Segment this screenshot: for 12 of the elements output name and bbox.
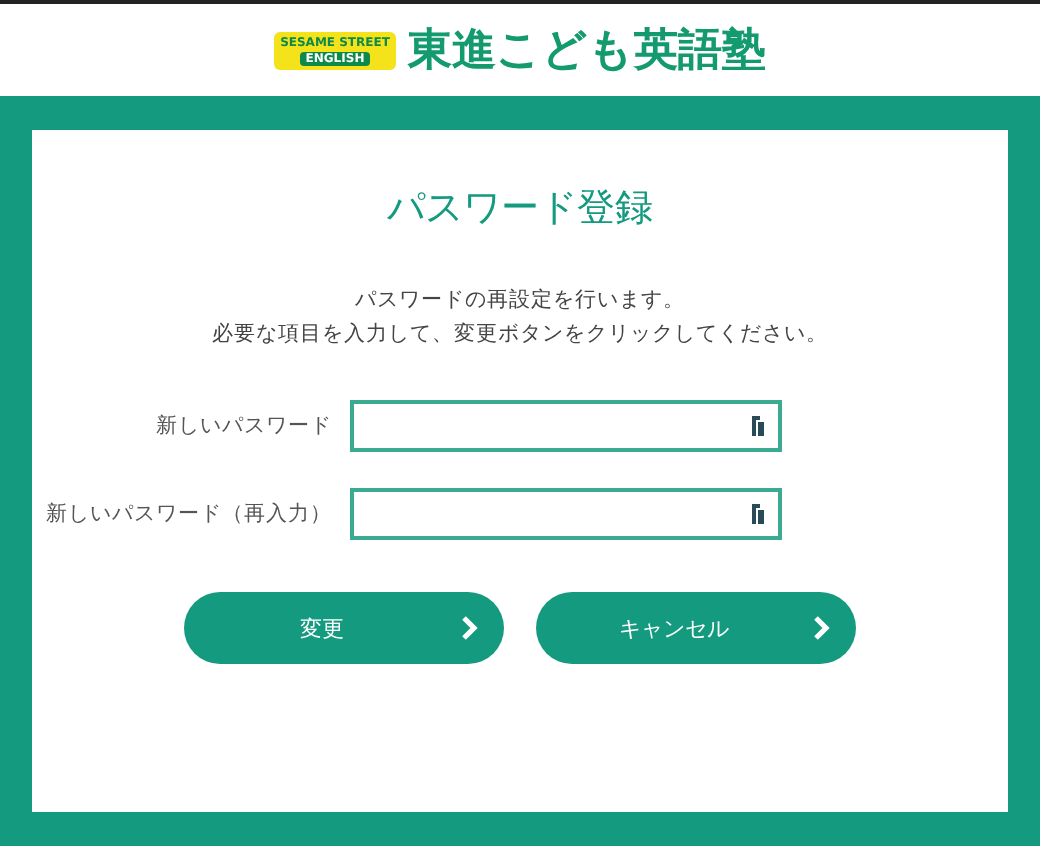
chevron-icon: [460, 614, 478, 642]
password-field[interactable]: [350, 400, 782, 452]
action-button[interactable]: キャンセル: [536, 592, 856, 664]
chevron-icon: [812, 614, 830, 642]
action-button[interactable]: 変更: [184, 592, 504, 664]
description-text: パスワードの再設定を行います。: [355, 286, 685, 314]
password-field[interactable]: [350, 488, 782, 540]
page-title: パスワード登録: [387, 184, 653, 234]
field-label: 新しいパスワード（再入力）: [44, 500, 334, 528]
brand-name: 東進こども英語塾: [407, 24, 766, 80]
field-label: 新しいパスワード: [154, 412, 334, 440]
description-text: 必要な項目を入力して、変更ボタンをクリックしてください。: [212, 320, 828, 348]
